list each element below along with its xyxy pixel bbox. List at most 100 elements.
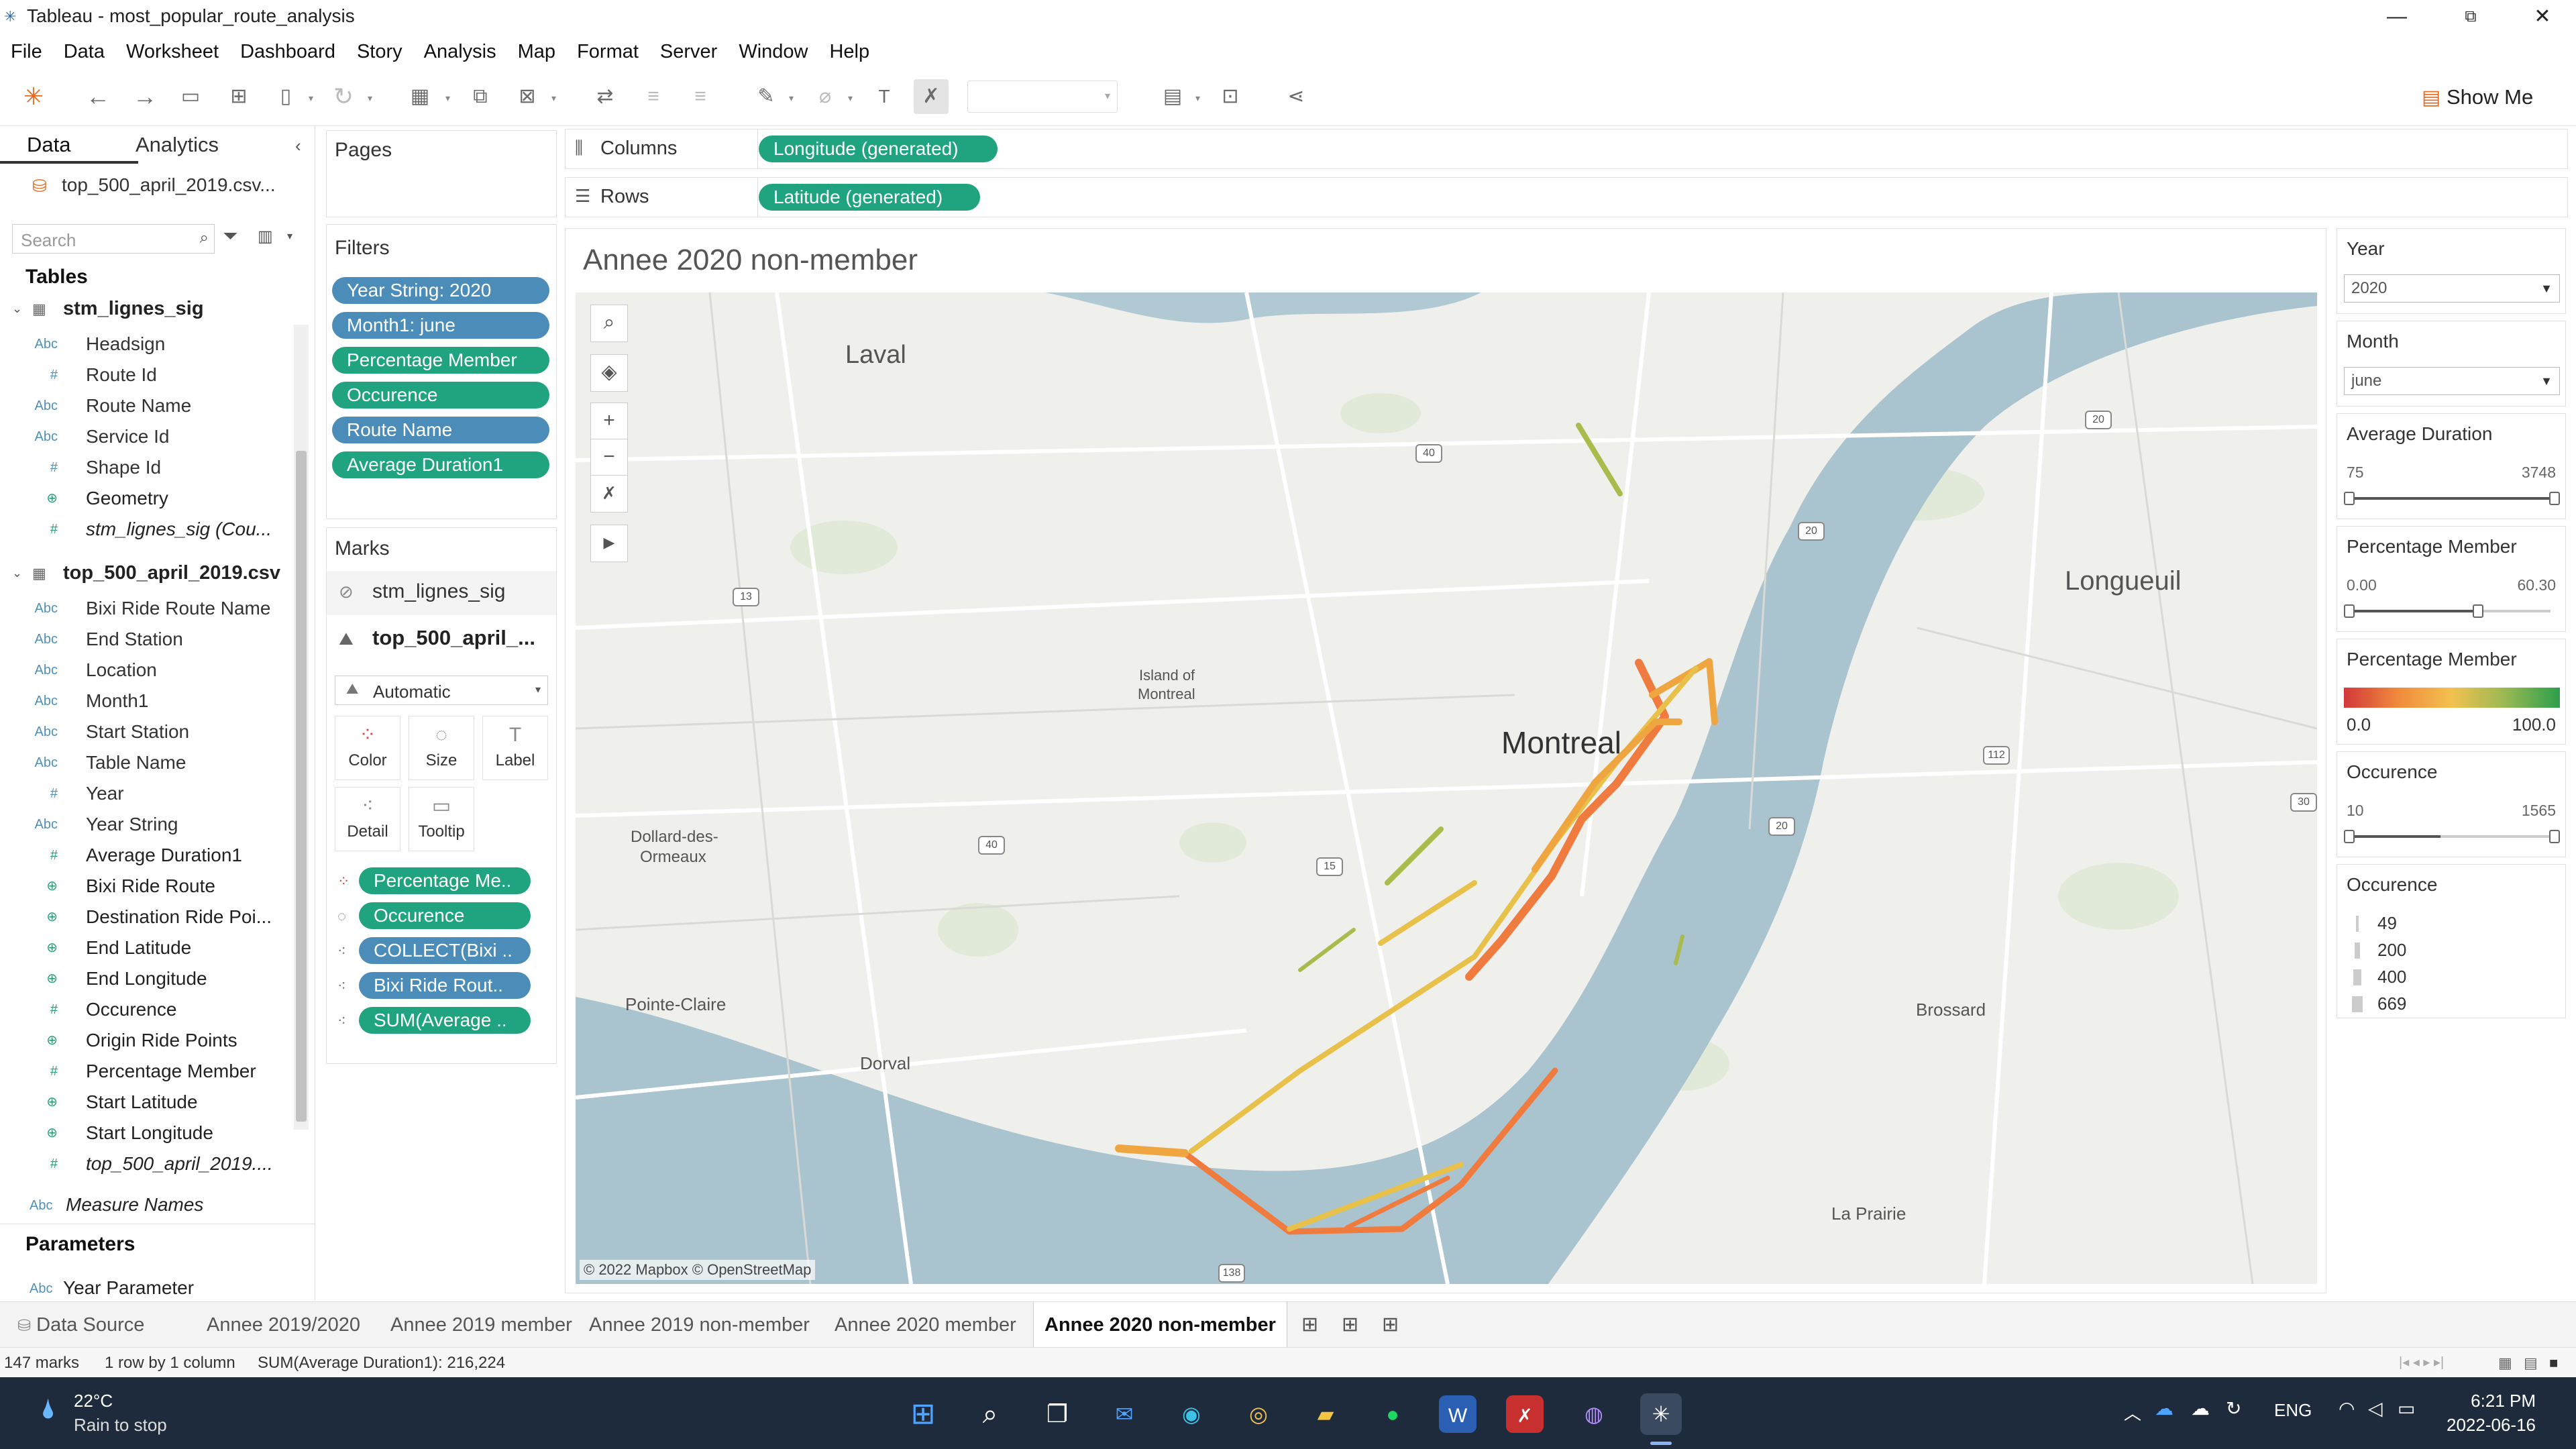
sync-icon[interactable]: ↻ [2226, 1397, 2241, 1419]
forward-icon[interactable]: → [127, 79, 162, 114]
word-icon[interactable]: W [1439, 1395, 1477, 1433]
menu-worksheet[interactable]: Worksheet [115, 37, 229, 67]
sheet-tab[interactable]: Annee 2019 member [380, 1302, 583, 1348]
sort-ascending-icon[interactable]: ≡ [636, 79, 671, 114]
clock-time[interactable]: 6:21 PM [2462, 1391, 2536, 1411]
labels-icon[interactable]: T [867, 79, 902, 114]
field-item[interactable]: Abc Service Id [0, 421, 295, 452]
occurence-slider[interactable] [2353, 835, 2551, 838]
menu-window[interactable]: Window [728, 37, 818, 67]
filter-pill[interactable]: Percentage Member [332, 347, 549, 374]
rows-shelf[interactable]: ☰ Rows Latitude (generated) [565, 177, 2568, 217]
field-item[interactable]: Abc Location [0, 655, 295, 686]
marks-pill[interactable]: SUM(Average .. [359, 1007, 531, 1034]
map-search-button[interactable]: ⌕ [590, 305, 628, 342]
chevron-down-icon[interactable]: ▾ [848, 93, 859, 104]
columns-shelf[interactable]: ⫼ Columns Longitude (generated) [565, 129, 2568, 169]
chevron-down-icon[interactable]: ▾ [1195, 93, 1206, 104]
field-item[interactable]: # stm_lignes_sig (Cou... [0, 514, 295, 545]
chevron-down-icon[interactable]: ▾ [445, 93, 456, 104]
marks-layer-2[interactable]: ⛰ top_500_april_... [327, 618, 556, 662]
volume-icon[interactable]: ◁ [2368, 1397, 2383, 1419]
columns-pill[interactable]: Longitude (generated) [759, 136, 998, 162]
menu-file[interactable]: File [0, 37, 53, 67]
chevron-down-icon[interactable]: ▾ [551, 93, 562, 104]
chrome-icon[interactable]: ◎ [1238, 1393, 1279, 1435]
swap-icon[interactable]: ⇄ [588, 79, 623, 114]
chevron-down-icon[interactable]: ▾ [287, 229, 292, 243]
field-item[interactable]: Abc Bixi Ride Route Name [0, 593, 295, 624]
detail-button[interactable]: ⁖ Detail [335, 787, 400, 851]
tab-analytics[interactable]: Analytics [136, 133, 219, 157]
duplicate-sheet-icon[interactable]: ⧉ [463, 79, 498, 114]
field-item[interactable]: ⊕ Start Latitude [0, 1087, 295, 1118]
spotify-icon[interactable]: ● [1372, 1393, 1413, 1435]
tab-data-source[interactable]: ⛁ Data Source [7, 1302, 155, 1348]
task-view-icon[interactable]: ❐ [1036, 1393, 1078, 1435]
field-item[interactable]: ⊕ Origin Ride Points [0, 1025, 295, 1056]
tab-data[interactable]: Data [27, 133, 70, 157]
sheet-tab[interactable]: Annee 2019 non-member [578, 1302, 820, 1348]
start-icon[interactable]: ⊞ [902, 1393, 944, 1435]
save-icon[interactable]: ▭ [173, 79, 208, 114]
cloud-sync-icon[interactable]: ☁ [2191, 1397, 2210, 1419]
wifi-icon[interactable]: ◠ [2339, 1397, 2355, 1419]
datasource-name[interactable]: top_500_april_2019.csv... [62, 174, 276, 196]
chevron-down-icon[interactable]: ▾ [368, 93, 378, 104]
field-item[interactable]: Abc Month1 [0, 686, 295, 716]
field-item[interactable]: # Percentage Member [0, 1056, 295, 1087]
field-item[interactable]: Abc Year String [0, 809, 295, 840]
grid-view-icon[interactable]: ▦ [2498, 1348, 2512, 1378]
sort-descending-icon[interactable]: ≡ [683, 79, 718, 114]
github-icon[interactable]: ◍ [1573, 1393, 1615, 1435]
pct-member-slider[interactable] [2353, 610, 2551, 612]
view-options-icon[interactable]: ▥ [258, 227, 273, 246]
tooltip-button[interactable]: ▭ Tooltip [409, 787, 474, 851]
year-parameter[interactable]: Year Parameter [63, 1277, 194, 1299]
rows-pill[interactable]: Latitude (generated) [759, 184, 980, 211]
slider-max-handle[interactable] [2549, 492, 2560, 505]
menu-analysis[interactable]: Analysis [413, 37, 507, 67]
pages-shelf[interactable]: Pages [326, 130, 557, 217]
sheet-tab[interactable]: Annee 2020 non-member [1033, 1302, 1287, 1348]
sheet-tab[interactable]: Annee 2019/2020 [196, 1302, 371, 1348]
presentation-mode-icon[interactable]: ⊡ [1213, 79, 1248, 114]
field-item[interactable]: Abc Headsign [0, 329, 295, 360]
slider-max-handle[interactable] [2549, 830, 2560, 843]
clear-sheet-icon[interactable]: ⊠ [510, 79, 545, 114]
marks-pill[interactable]: Bixi Ride Rout.. [359, 972, 531, 999]
menu-map[interactable]: Map [507, 37, 566, 67]
map-attribution[interactable]: © 2022 Mapbox © OpenStreetMap [580, 1260, 816, 1280]
mark-type-dropdown[interactable]: ⛰ Automatic ▾ [335, 676, 548, 705]
expand-toolbar-button[interactable]: ▶ [590, 525, 628, 562]
group-icon[interactable]: ⌀ [808, 79, 843, 114]
filter-pill[interactable]: Occurence [332, 382, 549, 409]
filter-pill[interactable]: Average Duration1 [332, 451, 549, 478]
new-worksheet-tab-icon[interactable]: ⊞ [1291, 1302, 1329, 1348]
collapse-pane-icon[interactable]: ‹ [295, 136, 301, 156]
field-item[interactable]: ⊕ Geometry [0, 483, 295, 514]
tray-chevron-icon[interactable]: ︿ [2124, 1400, 2141, 1425]
app-icon[interactable]: ✗ [1506, 1395, 1544, 1433]
fix-axes-icon[interactable]: ✗ [914, 79, 949, 114]
marks-pill[interactable]: Percentage Me.. [359, 867, 531, 894]
field-item[interactable]: # Route Id [0, 360, 295, 390]
sheet-tab[interactable]: Annee 2020 member [824, 1302, 1027, 1348]
search-icon[interactable]: ⌕ [969, 1393, 1011, 1435]
zoom-in-button[interactable]: + [590, 402, 628, 440]
new-worksheet-icon[interactable]: ▦ [402, 79, 437, 114]
chevron-down-icon[interactable]: ▾ [789, 93, 800, 104]
field-item[interactable]: Abc Table Name [0, 747, 295, 778]
scrollbar-track[interactable] [294, 325, 309, 1130]
field-item[interactable]: ⊕ Bixi Ride Route [0, 871, 295, 902]
search-input[interactable]: Search ⌕ [12, 224, 215, 254]
filter-pill[interactable]: Month1: june [332, 312, 549, 339]
clock-date[interactable]: 2022-06-16 [2434, 1415, 2536, 1436]
pause-updates-icon[interactable]: ▯ [268, 79, 303, 114]
share-icon[interactable]: ⋖ [1279, 79, 1313, 114]
mail-icon[interactable]: ✉ [1104, 1393, 1145, 1435]
weather-temp[interactable]: 22°C [74, 1391, 113, 1411]
field-item[interactable]: ⊕ End Longitude [0, 963, 295, 994]
filters-shelf[interactable]: Filters Year String: 2020 Month1: june Per… [326, 224, 557, 519]
color-button[interactable]: ⁘ Color [335, 716, 400, 780]
